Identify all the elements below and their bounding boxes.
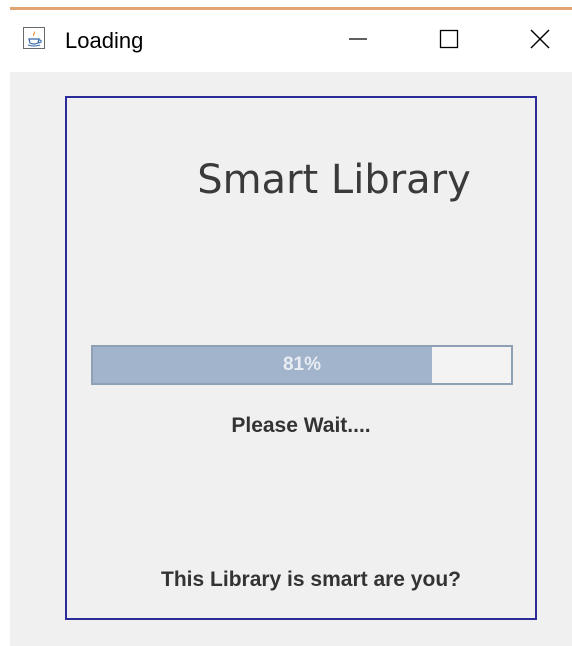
- maximize-icon: [439, 29, 459, 54]
- maximize-button[interactable]: [421, 10, 477, 72]
- close-button[interactable]: [512, 10, 568, 72]
- minimize-icon: [348, 29, 368, 54]
- progress-bar: 81%: [91, 345, 513, 385]
- minimize-button[interactable]: [330, 10, 386, 72]
- status-text: Please Wait....: [231, 414, 371, 437]
- loading-panel: Smart Library 81% Please Wait.... This L…: [65, 96, 537, 620]
- app-title: Smart Library: [197, 157, 471, 203]
- window-title: Loading: [65, 28, 144, 53]
- tagline-text: This Library is smart are you?: [161, 568, 461, 591]
- java-icon: [23, 27, 45, 49]
- title-bar[interactable]: Loading: [10, 10, 572, 72]
- close-icon: [529, 28, 551, 55]
- loading-window: Loading Smart Library 81% Please Wait...…: [10, 10, 572, 646]
- progress-label: 81%: [282, 354, 322, 375]
